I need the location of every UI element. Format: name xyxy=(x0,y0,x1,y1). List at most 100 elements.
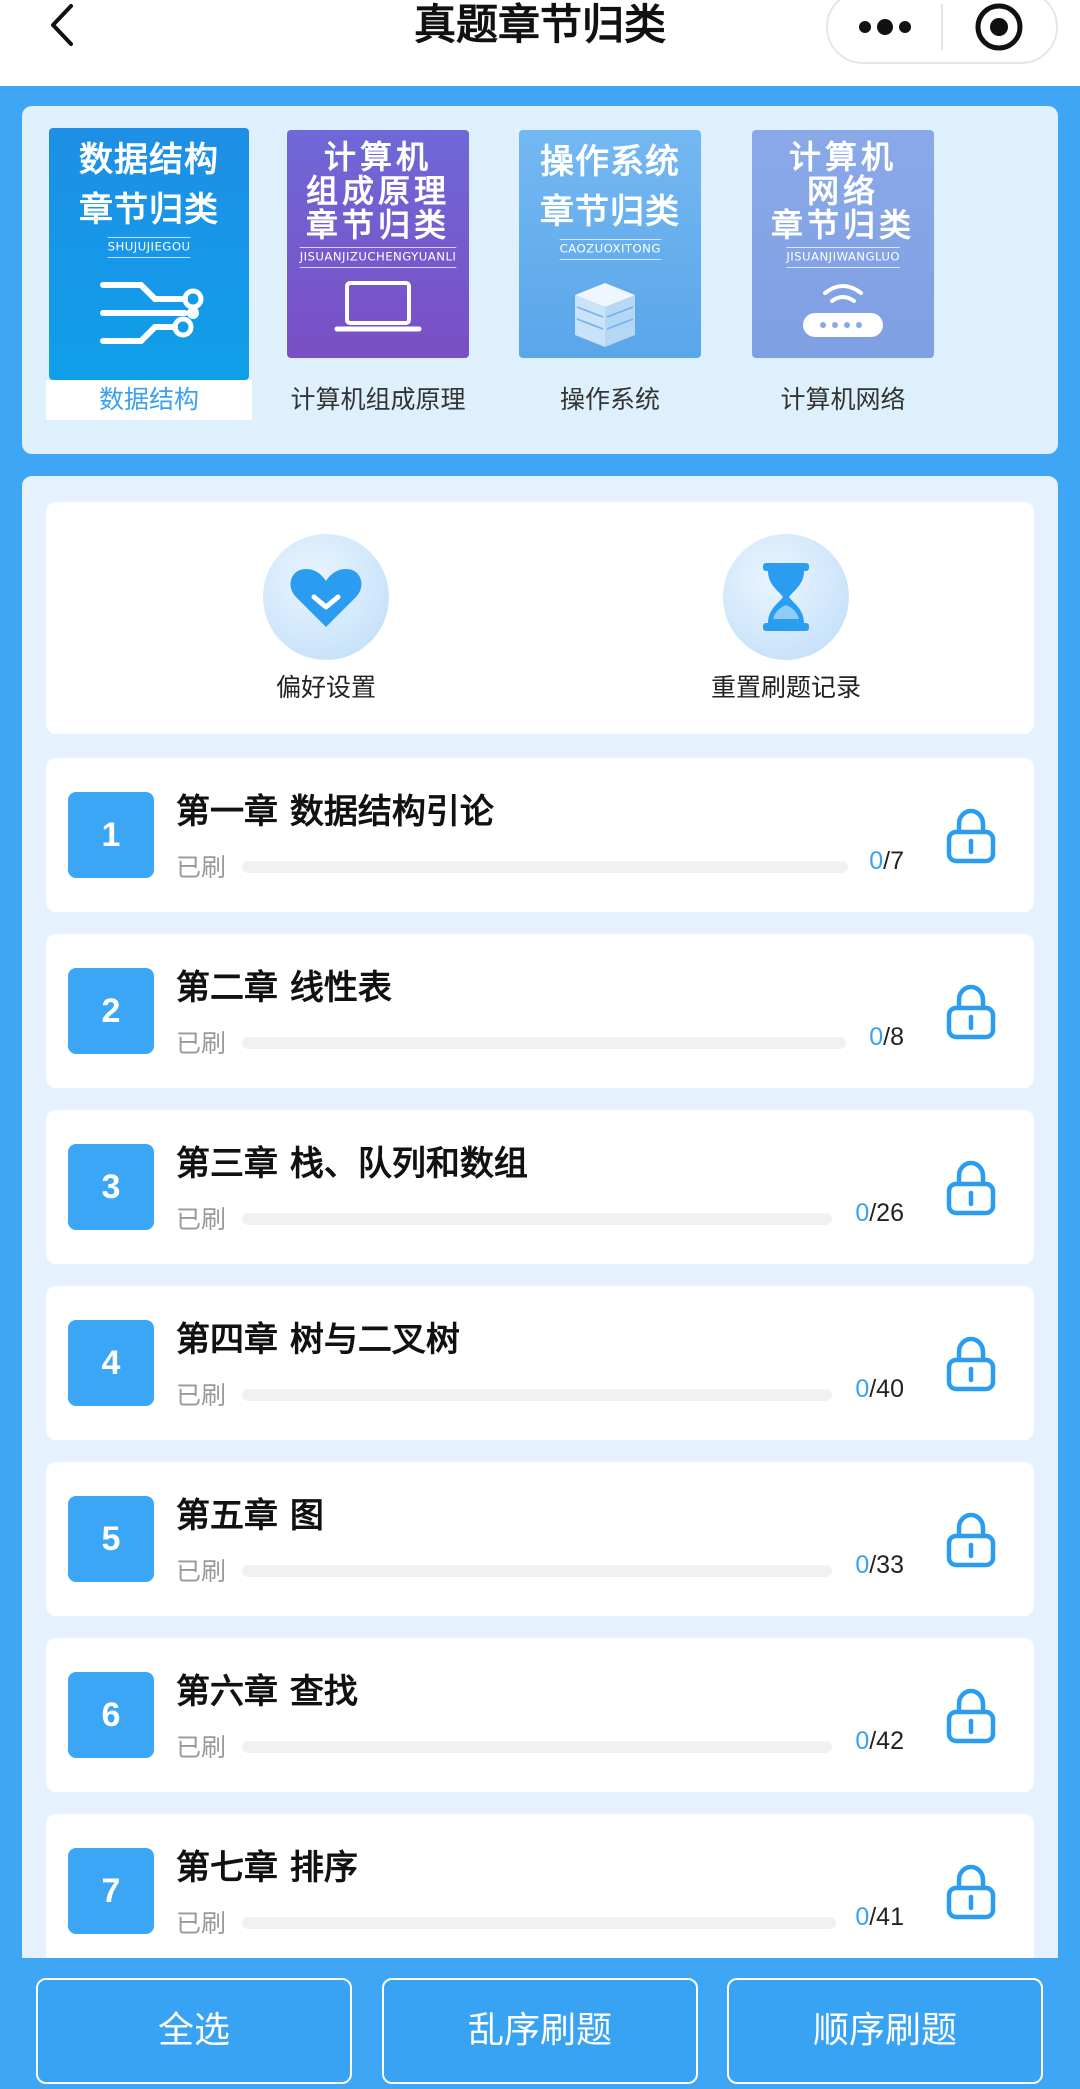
reset-records-button[interactable]: 重置刷题记录 xyxy=(666,534,906,704)
cover-title-line: 网络 xyxy=(806,172,879,210)
chapter-item-2[interactable]: 2 第二章 线性表 已刷 0/8 xyxy=(46,934,1034,1088)
progress-bar xyxy=(242,1741,832,1753)
preferences-label: 偏好设置 xyxy=(275,673,376,702)
chapter-number-badge: 1 xyxy=(68,792,154,878)
progress-label: 已刷 xyxy=(176,1909,227,1938)
lock-icon[interactable] xyxy=(946,1336,996,1392)
actions-card: 偏好设置 重置刷题记录 xyxy=(46,502,1034,734)
cover-title-line: 计算机 xyxy=(323,138,432,176)
chapter-title: 第七章 排序 xyxy=(176,1848,358,1888)
reset-records-label: 重置刷题记录 xyxy=(710,673,861,702)
cover-title-line: 组成原理 xyxy=(305,172,450,210)
bottom-action-bar: 全选 乱序刷题 顺序刷题 xyxy=(0,1958,1080,2089)
lock-icon[interactable] xyxy=(946,808,996,864)
progress-label: 已刷 xyxy=(176,1557,227,1586)
progress-bar xyxy=(242,1389,832,1401)
mini-program-capsule xyxy=(826,0,1058,64)
progress-bar xyxy=(242,861,848,873)
subject-selector: 数据结构 章节归类 SHUJUJIEGOU 数据结构 计算机 组成原理 章节归类… xyxy=(22,106,1058,454)
chapter-item-5[interactable]: 5 第五章 图 已刷 0/33 xyxy=(46,1462,1034,1616)
progress-count: 0/26 xyxy=(855,1199,904,1228)
progress-done: 0 xyxy=(855,1727,870,1755)
progress-total: /7 xyxy=(883,847,904,875)
cover-pinyin: JISUANJIZUCHENGYUANLI xyxy=(299,247,457,268)
progress-count: 0/42 xyxy=(855,1727,904,1756)
progress-count: 0/7 xyxy=(869,847,904,876)
subject-label: 计算机组成原理 xyxy=(290,385,466,414)
cover-title-line: 章节归类 xyxy=(79,190,219,230)
cover-title-line: 章节归类 xyxy=(770,206,915,244)
chapter-title: 第六章 查找 xyxy=(176,1672,358,1712)
lock-icon[interactable] xyxy=(946,1160,996,1216)
subject-tab-data-structures[interactable]: 数据结构 章节归类 SHUJUJIEGOU 数据结构 xyxy=(46,122,252,428)
progress-label: 已刷 xyxy=(176,1029,227,1058)
chapter-number-badge: 7 xyxy=(68,1848,154,1934)
cover-title-line: 章节归类 xyxy=(305,206,450,244)
progress-count: 0/40 xyxy=(855,1375,904,1404)
laptop-icon xyxy=(334,281,422,332)
close-miniprogram-button[interactable] xyxy=(943,0,1056,62)
subject-cover: 数据结构 章节归类 SHUJUJIEGOU xyxy=(49,128,249,380)
progress-label: 已刷 xyxy=(176,1381,227,1410)
subject-tab-computer-networks[interactable]: 计算机 网络 章节归类 JISUANJIWANGLUO 计算机网络 xyxy=(740,122,946,428)
subject-cover: 计算机 网络 章节归类 JISUANJIWANGLUO xyxy=(752,130,934,358)
chapter-number-badge: 4 xyxy=(68,1320,154,1406)
progress-label: 已刷 xyxy=(176,853,227,882)
chapter-number-badge: 3 xyxy=(68,1144,154,1230)
progress-done: 0 xyxy=(855,1375,870,1403)
sequential-practice-button[interactable]: 顺序刷题 xyxy=(727,1978,1043,2084)
progress-total: /40 xyxy=(869,1375,904,1403)
random-practice-button[interactable]: 乱序刷题 xyxy=(382,1978,698,2084)
lock-icon[interactable] xyxy=(946,1688,996,1744)
preferences-button[interactable]: 偏好设置 xyxy=(206,534,446,704)
chapter-title: 第四章 树与二叉树 xyxy=(176,1320,460,1360)
target-icon xyxy=(975,3,1023,51)
select-all-button[interactable]: 全选 xyxy=(36,1978,352,2084)
progress-total: /8 xyxy=(883,1023,904,1051)
progress-bar xyxy=(242,1037,846,1049)
subject-label: 操作系统 xyxy=(559,385,660,414)
chapter-item-1[interactable]: 1 第一章 数据结构引论 已刷 0/7 xyxy=(46,758,1034,912)
subject-cover: 操作系统 章节归类 CAOZUOXITONG xyxy=(519,130,701,358)
chapter-item-6[interactable]: 6 第六章 查找 已刷 0/42 xyxy=(46,1638,1034,1792)
hourglass-icon xyxy=(763,563,809,631)
cover-pinyin: CAOZUOXITONG xyxy=(559,239,661,260)
chapter-item-3[interactable]: 3 第三章 栈、队列和数组 已刷 0/26 xyxy=(46,1110,1034,1264)
progress-done: 0 xyxy=(869,1023,884,1051)
subject-label: 数据结构 xyxy=(46,380,252,420)
chapter-panel: 偏好设置 重置刷题记录 1 第一章 数据结构引论 已刷 0/7 2 第二章 线性… xyxy=(22,476,1058,2089)
heart-icon xyxy=(290,569,362,627)
router-icon xyxy=(803,284,883,337)
chapter-title: 第二章 线性表 xyxy=(176,968,392,1008)
progress-bar xyxy=(242,1565,832,1577)
cover-title-line: 操作系统 xyxy=(540,142,680,182)
more-dots-icon xyxy=(858,19,911,35)
progress-count: 0/33 xyxy=(855,1551,904,1580)
more-button[interactable] xyxy=(828,0,941,62)
cover-title-line: 计算机 xyxy=(788,138,897,176)
circuit-icon xyxy=(100,282,204,344)
lock-icon[interactable] xyxy=(946,1864,996,1920)
progress-count: 0/41 xyxy=(855,1903,904,1932)
chapter-item-7[interactable]: 7 第七章 排序 已刷 0/41 xyxy=(46,1814,1034,1968)
chapter-title: 第三章 栈、队列和数组 xyxy=(176,1144,528,1184)
progress-total: /42 xyxy=(869,1727,904,1755)
progress-label: 已刷 xyxy=(176,1733,227,1762)
chapter-number-badge: 6 xyxy=(68,1672,154,1758)
cover-title-line: 章节归类 xyxy=(540,192,680,232)
reset-icon-circle xyxy=(723,534,849,660)
chapter-item-4[interactable]: 4 第四章 树与二叉树 已刷 0/40 xyxy=(46,1286,1034,1440)
progress-total: /41 xyxy=(869,1903,904,1931)
chapter-title: 第一章 数据结构引论 xyxy=(176,792,494,832)
cover-title-line: 数据结构 xyxy=(79,140,219,180)
subject-tab-operating-systems[interactable]: 操作系统 章节归类 CAOZUOXITONG 操作系统 xyxy=(507,122,713,428)
progress-total: /33 xyxy=(869,1551,904,1579)
chapter-number-badge: 5 xyxy=(68,1496,154,1582)
progress-count: 0/8 xyxy=(869,1023,904,1052)
lock-icon[interactable] xyxy=(946,984,996,1040)
server-icon xyxy=(575,283,635,347)
subject-tab-computer-organization[interactable]: 计算机 组成原理 章节归类 JISUANJIZUCHENGYUANLI 计算机组… xyxy=(275,122,481,428)
lock-icon[interactable] xyxy=(946,1512,996,1568)
cover-pinyin: SHUJUJIEGOU xyxy=(107,237,191,258)
chapter-number-badge: 2 xyxy=(68,968,154,1054)
